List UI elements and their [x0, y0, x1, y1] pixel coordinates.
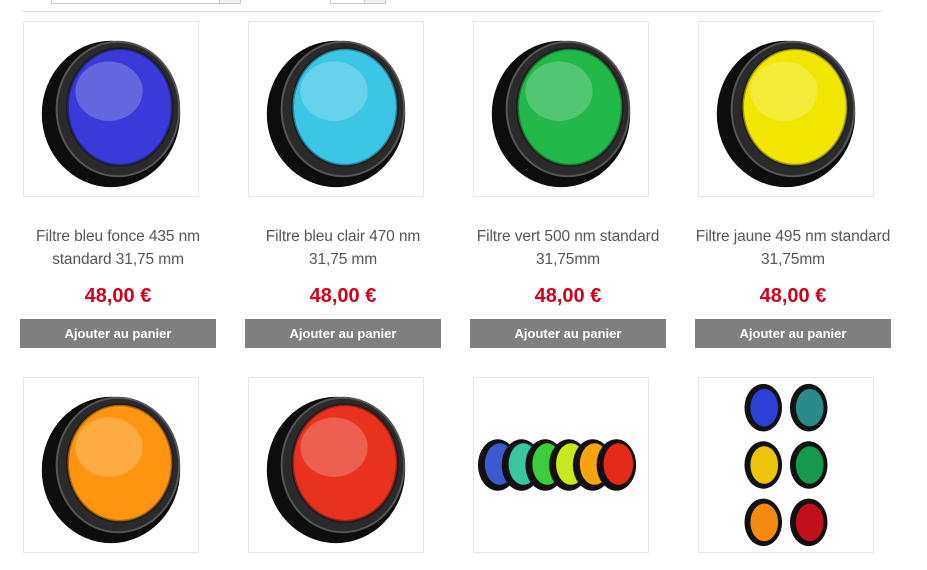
product-image[interactable]	[23, 377, 199, 553]
add-to-cart-button[interactable]: Ajouter au panier	[20, 319, 216, 348]
add-to-cart-button[interactable]: Ajouter au panier	[695, 319, 891, 348]
product-image[interactable]	[698, 377, 874, 553]
product-price: 48,00 €	[309, 285, 377, 307]
product-price: 48,00 €	[534, 285, 602, 307]
sort-select[interactable]	[51, 0, 241, 4]
product-image[interactable]	[248, 377, 424, 553]
product-image[interactable]	[248, 21, 424, 197]
per-page-select[interactable]	[330, 0, 386, 4]
divider	[22, 11, 882, 12]
product-title[interactable]: Filtre bleu fonce 435 nm standard 31,75 …	[20, 225, 216, 271]
add-to-cart-button[interactable]: Ajouter au panier	[245, 319, 441, 348]
product-image[interactable]	[698, 21, 874, 197]
product-image[interactable]	[473, 21, 649, 197]
product-title[interactable]: Filtre jaune 495 nm standard 31,75mm	[695, 225, 891, 271]
product-price: 48,00 €	[759, 285, 827, 307]
chevron-down-icon	[219, 0, 240, 3]
product-image[interactable]	[473, 377, 649, 553]
product-title[interactable]: Filtre vert 500 nm standard 31,75mm	[470, 225, 666, 271]
product-title[interactable]: Filtre bleu clair 470 nm 31,75 mm	[245, 225, 441, 271]
add-to-cart-button[interactable]: Ajouter au panier	[470, 319, 666, 348]
chevron-down-icon	[364, 0, 385, 3]
product-image[interactable]	[23, 21, 199, 197]
product-price: 48,00 €	[84, 285, 152, 307]
